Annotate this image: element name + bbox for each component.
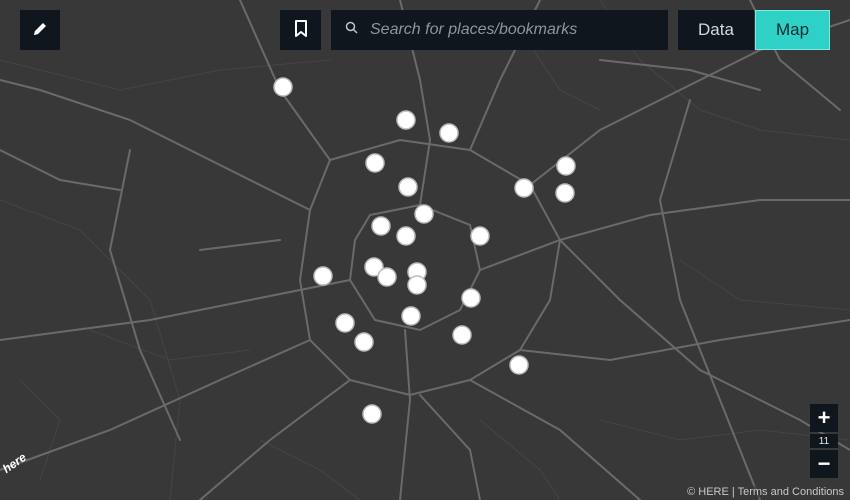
pencil-icon (32, 21, 48, 40)
map-marker[interactable] (365, 153, 385, 173)
map-view-toggle[interactable]: Map (755, 10, 830, 50)
map-marker[interactable] (273, 77, 293, 97)
map-marker[interactable] (452, 325, 472, 345)
copyright-text: © HERE (687, 486, 729, 498)
map-attribution: © HERE | Terms and Conditions (685, 486, 846, 498)
map-marker[interactable] (555, 183, 575, 203)
map-marker[interactable] (514, 178, 534, 198)
zoom-in-button[interactable]: + (810, 404, 838, 432)
terms-link[interactable]: Terms and Conditions (738, 486, 844, 498)
map-marker[interactable] (396, 226, 416, 246)
map-marker[interactable] (439, 123, 459, 143)
map-marker[interactable] (414, 204, 434, 224)
map-marker[interactable] (470, 226, 490, 246)
map-marker[interactable] (371, 216, 391, 236)
data-view-toggle[interactable]: Data (678, 10, 754, 50)
map-marker[interactable] (313, 266, 333, 286)
map-marker[interactable] (407, 275, 427, 295)
map-marker[interactable] (335, 313, 355, 333)
bookmark-button[interactable] (280, 10, 321, 50)
search-icon (345, 21, 358, 39)
map-canvas[interactable] (0, 0, 850, 500)
map-marker[interactable] (362, 404, 382, 424)
attribution-separator: | (731, 486, 735, 498)
map-marker[interactable] (509, 355, 529, 375)
map-marker[interactable] (401, 306, 421, 326)
zoom-level-indicator: 11 (810, 434, 838, 448)
bookmark-icon (294, 19, 308, 41)
map-marker[interactable] (396, 110, 416, 130)
map-marker[interactable] (354, 332, 374, 352)
search-bar (331, 10, 668, 50)
map-marker[interactable] (377, 267, 397, 287)
search-input[interactable] (368, 20, 652, 40)
zoom-out-button[interactable]: − (810, 450, 838, 478)
map-marker[interactable] (398, 177, 418, 197)
map-marker[interactable] (461, 288, 481, 308)
edit-button[interactable] (20, 10, 60, 50)
map-marker[interactable] (556, 156, 576, 176)
